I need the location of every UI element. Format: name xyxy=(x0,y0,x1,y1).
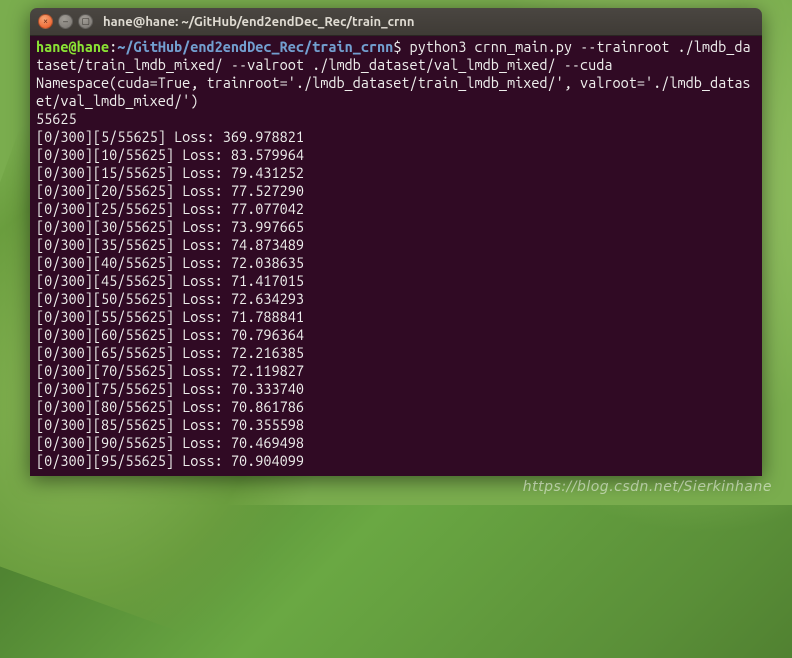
prompt-path: ~/GitHub/end2endDec_Rec/train_crnn xyxy=(117,38,393,55)
minimize-icon[interactable]: ‒ xyxy=(58,14,73,29)
prompt-colon: : xyxy=(109,38,117,55)
prompt-user-host: hane@hane xyxy=(36,38,109,55)
window-titlebar[interactable]: × ‒ ▢ hane@hane: ~/GitHub/end2endDec_Rec… xyxy=(30,8,762,36)
terminal-output: Namespace(cuda=True, trainroot='./lmdb_d… xyxy=(36,74,751,469)
terminal-window: × ‒ ▢ hane@hane: ~/GitHub/end2endDec_Rec… xyxy=(30,8,762,476)
terminal-body[interactable]: hane@hane:~/GitHub/end2endDec_Rec/train_… xyxy=(30,36,762,476)
watermark-text: https://blog.csdn.net/Sierkinhane xyxy=(523,479,772,495)
window-controls: × ‒ ▢ xyxy=(38,14,93,29)
window-title: hane@hane: ~/GitHub/end2endDec_Rec/train… xyxy=(103,15,415,29)
maximize-icon[interactable]: ▢ xyxy=(78,14,93,29)
close-icon[interactable]: × xyxy=(38,14,53,29)
